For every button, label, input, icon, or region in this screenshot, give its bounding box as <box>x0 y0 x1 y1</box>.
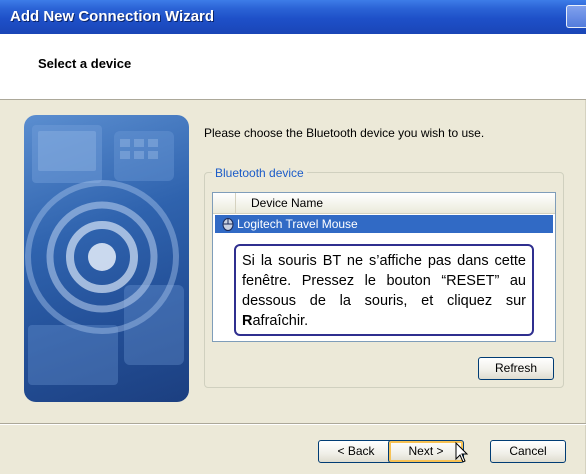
next-button[interactable]: Next > <box>388 440 464 463</box>
instruction-text: Please choose the Bluetooth device you w… <box>204 126 485 140</box>
device-name: Logitech Travel Mouse <box>237 217 358 231</box>
close-button[interactable] <box>566 5 586 28</box>
icon-column-header <box>213 193 236 213</box>
callout-text-part1: Si la souris BT ne s’affiche pas dans ce… <box>242 253 526 309</box>
back-button[interactable]: < Back <box>318 440 394 463</box>
callout-text: Si la souris BT ne s’affiche pas dans ce… <box>242 251 526 331</box>
group-legend: Bluetooth device <box>212 166 307 180</box>
list-header: Device Name <box>213 193 555 214</box>
wizard-illustration <box>24 115 189 402</box>
refresh-button[interactable]: Refresh <box>478 357 554 380</box>
list-item[interactable]: Logitech Travel Mouse <box>215 215 553 233</box>
column-header-device-name[interactable]: Device Name <box>251 196 323 210</box>
header-panel: Select a device <box>0 34 586 100</box>
callout-text-bold: R <box>242 313 253 329</box>
window-title: Add New Connection Wizard <box>10 8 215 25</box>
cancel-button[interactable]: Cancel <box>490 440 566 463</box>
mouse-pointer-icon <box>455 442 469 463</box>
title-bar[interactable]: Add New Connection Wizard <box>0 0 586 34</box>
footer-separator <box>0 423 586 425</box>
page-title: Select a device <box>38 56 132 71</box>
annotation-callout: Si la souris BT ne s’affiche pas dans ce… <box>234 244 534 336</box>
bluetooth-mouse-icon <box>222 218 234 231</box>
callout-text-part2: afraîchir. <box>252 313 309 329</box>
bluetooth-devices-illustration-icon <box>25 125 184 385</box>
wizard-window: Add New Connection Wizard Select a devic… <box>0 0 586 474</box>
